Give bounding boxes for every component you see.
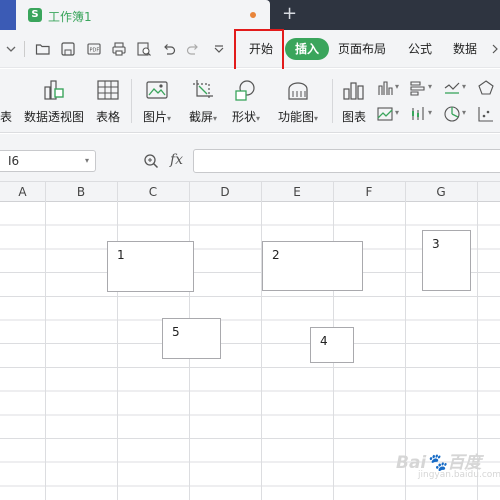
caret-icon: ▾ [428, 82, 433, 91]
column-header-f[interactable]: F [333, 182, 405, 202]
stock-chart-icon[interactable] [409, 105, 427, 123]
table-grid-icon [95, 77, 121, 103]
column-chart-icon[interactable] [376, 79, 394, 97]
ribbon-label: 表格 [95, 110, 120, 124]
formula-input[interactable] [193, 149, 500, 173]
area-chart-icon[interactable] [376, 105, 394, 123]
export-pdf-icon[interactable]: PDF [86, 41, 102, 57]
chevron-down-icon[interactable] [4, 41, 20, 57]
menu-data[interactable]: 数据 [453, 41, 477, 57]
picture-icon [144, 77, 170, 103]
ribbon-label: 图片▾ [142, 110, 172, 124]
grid-line [117, 182, 118, 500]
ribbon-label: 数据透视图 [24, 110, 85, 124]
more-menu-icon[interactable] [490, 41, 500, 57]
redo-icon[interactable] [185, 41, 201, 57]
column-header-d[interactable]: D [189, 182, 261, 202]
ribbon-label: 截屏▾ [188, 110, 218, 124]
column-header-g[interactable]: G [405, 182, 477, 202]
column-header-b[interactable]: B [45, 182, 117, 202]
chevron-down-icon: ▾ [84, 156, 89, 165]
grid-line [261, 182, 262, 500]
undo-icon[interactable] [161, 41, 177, 57]
bar-chart-icon[interactable] [409, 79, 427, 97]
ribbon-screenshot[interactable]: 截屏▾ [183, 77, 223, 125]
function-chart-icon [285, 77, 311, 103]
column-header-e[interactable]: E [261, 182, 333, 202]
text-box-5[interactable]: 5 [162, 318, 221, 359]
text-box-4[interactable]: 4 [310, 327, 354, 363]
text-box-1[interactable]: 1 [107, 241, 194, 292]
menu-formulas[interactable]: 公式 [408, 41, 432, 57]
caret-icon: ▾ [462, 82, 467, 91]
open-folder-icon[interactable] [35, 41, 51, 57]
menu-insert[interactable]: 插入 [285, 38, 329, 60]
unsaved-dot-icon [250, 12, 256, 18]
screenshot-icon [190, 77, 216, 103]
radar-chart-icon[interactable] [477, 79, 495, 97]
formula-bar: I6 ▾ fx [0, 134, 500, 182]
tab-title: 工作簿1 [48, 10, 92, 24]
title-bar: S 工作簿1 + [0, 0, 500, 30]
ribbon-insert: 表 数据透视图 表格 图片▾ 截屏▾ 形状▾ 功能图▾ 图表 ▾ ▾ ▾ ▾ ▾… [0, 69, 500, 133]
name-box[interactable]: I6 ▾ [0, 150, 96, 172]
pivot-chart-icon [41, 77, 67, 103]
column-header-a[interactable]: A [0, 182, 45, 202]
ribbon-label: 形状▾ [231, 110, 261, 124]
shape-icon [233, 77, 259, 103]
customize-toolbar-icon[interactable] [211, 41, 227, 57]
print-preview-icon[interactable] [136, 41, 152, 57]
pie-chart-icon[interactable] [443, 105, 461, 123]
watermark-url: jingyan.baidu.com [418, 470, 500, 480]
text-box-2[interactable]: 2 [262, 241, 363, 291]
insert-function-button[interactable]: fx [170, 152, 183, 168]
text-box-3[interactable]: 3 [422, 230, 471, 291]
caret-icon: ▾ [428, 108, 433, 117]
ribbon-picture[interactable]: 图片▾ [139, 77, 175, 125]
ribbon-table[interactable]: 表格 [93, 77, 123, 125]
ribbon-label: 功能图▾ [277, 110, 319, 124]
new-tab-button[interactable]: + [282, 4, 297, 24]
ribbon-chart[interactable]: 图表 [340, 77, 368, 125]
save-icon[interactable] [60, 41, 76, 57]
scatter-chart-icon[interactable] [477, 105, 495, 123]
ribbon-shape[interactable]: 形状▾ [228, 77, 264, 125]
column-header-c[interactable]: C [117, 182, 189, 202]
ribbon-divider [332, 79, 333, 123]
print-icon[interactable] [111, 41, 127, 57]
ribbon-label: 图表 [341, 110, 366, 124]
workbook-tab[interactable]: S 工作簿1 [16, 0, 270, 30]
ribbon-function-chart[interactable]: 功能图▾ [273, 77, 323, 125]
grid-line [45, 182, 46, 500]
table-icon [0, 77, 22, 103]
caret-icon: ▾ [395, 82, 400, 91]
ribbon-table-partial[interactable]: 表 [0, 77, 16, 125]
caret-icon: ▾ [395, 108, 400, 117]
column-header-row: A B C D E F G [0, 182, 500, 202]
ribbon-divider [131, 79, 132, 123]
ribbon-label: 表 [0, 110, 12, 124]
line-chart-icon[interactable] [443, 79, 461, 97]
caret-icon: ▾ [462, 108, 467, 117]
spreadsheet-app-icon: S [28, 8, 42, 22]
ribbon-pivot-chart[interactable]: 数据透视图 [24, 77, 84, 125]
sidebar-strip [0, 0, 16, 30]
divider [24, 41, 25, 57]
zoom-icon[interactable] [143, 153, 159, 169]
menu-page-layout[interactable]: 页面布局 [338, 41, 386, 57]
cell-reference: I6 [8, 154, 20, 168]
svg-text:PDF: PDF [90, 48, 100, 54]
chart-icon [341, 77, 367, 103]
